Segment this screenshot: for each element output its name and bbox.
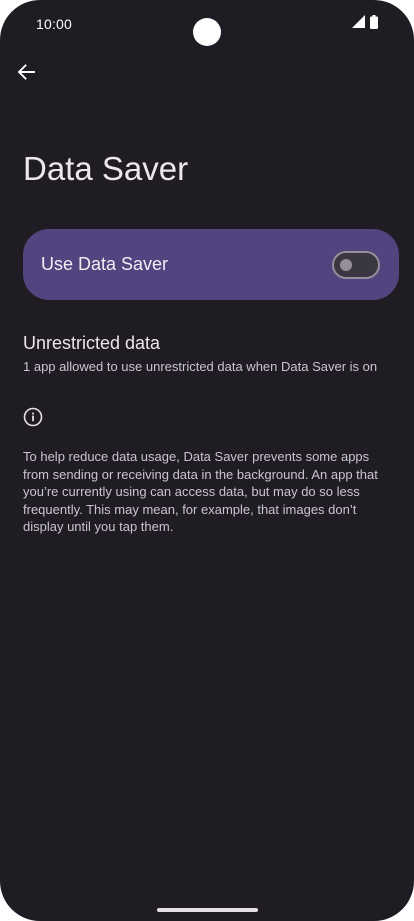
use-data-saver-label: Use Data Saver (41, 254, 169, 274)
toggle-thumb (340, 258, 352, 271)
camera-cutout (193, 18, 221, 46)
phone-screen: 10:00 Data Saver Use Data Saver Unrestri… (0, 0, 414, 921)
use-data-saver-toggle[interactable] (332, 250, 380, 279)
status-icons (352, 14, 378, 34)
use-data-saver-switch-bar[interactable]: Use Data Saver (23, 229, 399, 300)
footer-description: To help reduce data usage, Data Saver pr… (23, 449, 378, 534)
info-icon (23, 407, 43, 427)
unrestricted-data-summary: 1 app allowed to use unrestricted data w… (23, 359, 378, 374)
arrow-back-icon (17, 63, 35, 86)
battery-icon (370, 14, 378, 34)
status-bar: 10:00 (0, 0, 414, 48)
signal-icon (352, 15, 365, 33)
unrestricted-data-title: Unrestricted data (23, 333, 161, 353)
back-button[interactable] (10, 58, 42, 90)
status-time: 10:00 (36, 16, 73, 32)
page-title: Data Saver (23, 150, 189, 187)
home-indicator[interactable] (157, 908, 258, 912)
